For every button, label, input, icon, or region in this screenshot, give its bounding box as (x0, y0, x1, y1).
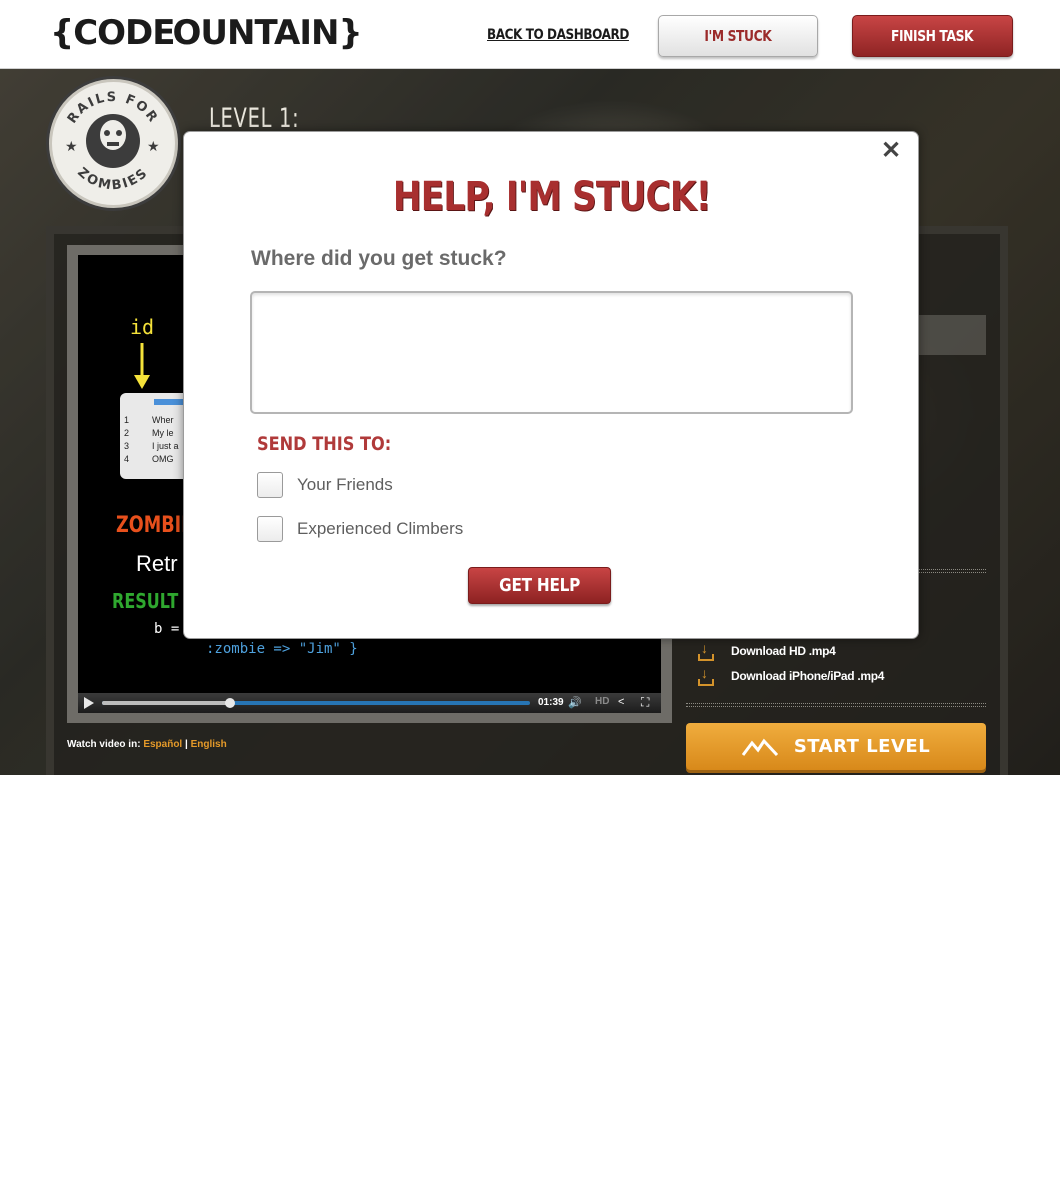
video-code-line: :zombie => "Jim" } (206, 641, 358, 657)
rails-for-zombies-badge: RAILS FOR ZOMBIES ★ ★ (46, 76, 181, 211)
video-scrubber-handle[interactable] (225, 698, 235, 708)
experienced-climbers-checkbox[interactable] (257, 516, 283, 542)
your-friends-label: Your Friends (297, 475, 393, 494)
im-stuck-label: I'M STUCK (704, 27, 772, 45)
logo-text-left: {CODE (50, 13, 176, 53)
video-time: 01:39 (538, 697, 564, 708)
send-to-label: SEND THIS TO: (257, 433, 392, 455)
video-id-label: id (130, 315, 155, 339)
video-language-selector: Watch video in: Español | English (67, 739, 227, 750)
video-controls: 01:39 🔊 HD < ⛶ (78, 693, 661, 713)
svg-text:ZOMBIES: ZOMBIES (74, 165, 151, 193)
download-icon: ↓ (697, 641, 715, 661)
your-friends-checkbox[interactable] (257, 472, 283, 498)
finish-task-label: FINISH TASK (891, 27, 974, 45)
language-link-english[interactable]: English (191, 739, 227, 750)
divider (686, 703, 986, 707)
video-retrieve-text: Retr (136, 551, 178, 576)
share-icon[interactable]: < (618, 696, 624, 708)
video-zombie-label: ZOMBIE (116, 513, 194, 538)
stuck-description-input[interactable] (250, 291, 853, 414)
arrow-down-icon (134, 343, 150, 389)
close-icon[interactable]: ✕ (878, 138, 904, 164)
badge-bottom-text: ZOMBIES (74, 165, 149, 193)
start-level-label: START LEVEL (793, 736, 931, 757)
download-iphone-link[interactable]: ↓ Download iPhone/iPad .mp4 (697, 666, 884, 686)
modal-title: HELP, I'M STUCK! (393, 174, 712, 220)
im-stuck-button[interactable]: I'M STUCK (658, 15, 818, 57)
volume-icon[interactable]: 🔊 (568, 696, 582, 709)
download-icon: ↓ (697, 666, 715, 686)
download-hd-link[interactable]: ↓ Download HD .mp4 (697, 641, 836, 661)
back-to-dashboard-link[interactable]: BACK TO DASHBOARD (487, 27, 629, 43)
option-your-friends[interactable]: Your Friends (257, 472, 393, 498)
language-link-espanol[interactable]: Español (143, 739, 182, 750)
svg-text:★: ★ (147, 138, 160, 154)
start-level-button[interactable]: START LEVEL (686, 723, 986, 770)
watch-video-label: Watch video in: (67, 739, 141, 750)
option-experienced-climbers[interactable]: Experienced Climbers (257, 516, 463, 542)
hd-toggle[interactable]: HD (595, 696, 609, 707)
play-icon[interactable] (84, 697, 94, 709)
download-hd-label: Download HD .mp4 (731, 644, 836, 658)
help-modal: ✕ HELP, I'M STUCK! Where did you get stu… (183, 131, 919, 639)
video-code-line: b = (154, 621, 180, 637)
level-title: LEVEL 1: (209, 103, 300, 134)
video-result-label: RESULT (112, 589, 179, 613)
mountain-icon (741, 738, 778, 756)
get-help-button[interactable]: GET HELP (468, 567, 611, 604)
get-help-label: GET HELP (499, 575, 580, 596)
svg-text:★: ★ (65, 138, 78, 154)
language-divider: | (185, 739, 188, 750)
download-iphone-label: Download iPhone/iPad .mp4 (731, 669, 885, 683)
stuck-question-label: Where did you get stuck? (251, 247, 507, 270)
codemountain-logo[interactable]: {CODE OUNTAIN} (50, 6, 363, 60)
logo-text-right: OUNTAIN} (172, 13, 363, 53)
top-bar: {CODE OUNTAIN} BACK TO DASHBOARD I'M STU… (0, 0, 1060, 69)
video-progress-played (102, 701, 230, 705)
experienced-climbers-label: Experienced Climbers (297, 519, 464, 538)
fullscreen-icon[interactable]: ⛶ (641, 695, 649, 710)
zombie-badge-icon: RAILS FOR ZOMBIES ★ ★ (65, 90, 160, 194)
finish-task-button[interactable]: FINISH TASK (852, 15, 1013, 57)
